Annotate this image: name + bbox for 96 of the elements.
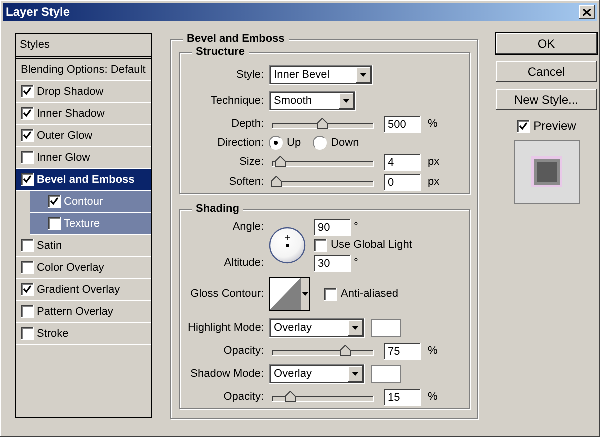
checkbox[interactable] <box>21 151 34 164</box>
value-field[interactable]: 4 <box>384 154 422 170</box>
slider[interactable] <box>270 345 374 357</box>
radio-label: Down <box>331 137 360 149</box>
caret-icon <box>360 73 368 77</box>
slider[interactable] <box>270 176 374 188</box>
dialog-button[interactable]: New Style... <box>496 89 597 110</box>
unit-label: ° <box>354 221 358 233</box>
dialog-button[interactable]: Cancel <box>496 61 597 82</box>
field-label: Soften: <box>228 176 264 188</box>
field-label: Opacity: <box>222 345 264 357</box>
close-icon <box>583 8 591 16</box>
checkbox-label: Use Global Light <box>331 239 412 251</box>
checkbox[interactable] <box>21 129 34 142</box>
slider[interactable] <box>270 118 374 130</box>
shadow-mode-dropdown[interactable]: Overlay <box>269 364 366 384</box>
checkbox[interactable] <box>21 327 34 340</box>
style-list-item[interactable]: Drop Shadow <box>16 81 152 103</box>
field-label: Opacity: <box>222 391 264 403</box>
checkbox[interactable] <box>21 107 34 120</box>
slider-thumb[interactable] <box>317 118 328 129</box>
unit-label: % <box>428 391 438 403</box>
value-field[interactable]: 15 <box>384 388 422 406</box>
unit-label: % <box>428 118 438 130</box>
contour-picker[interactable] <box>269 277 310 311</box>
slider-thumb[interactable] <box>271 176 282 187</box>
altitude-field[interactable]: 30 <box>314 254 352 272</box>
angle-dial[interactable] <box>269 226 306 264</box>
style-list-item[interactable]: Satin <box>16 235 152 257</box>
field-label: Direction: <box>216 137 264 149</box>
checkbox[interactable] <box>48 195 61 208</box>
close-button[interactable] <box>579 5 595 19</box>
field-label: Highlight Mode: <box>188 322 264 334</box>
slider[interactable] <box>270 156 374 168</box>
caret-icon <box>302 292 309 296</box>
technique-dropdown[interactable]: Smooth <box>269 91 356 111</box>
style-list-item[interactable]: Texture <box>30 213 152 235</box>
field-label: Altitude: <box>223 257 264 269</box>
group-title: Structure <box>192 46 249 58</box>
radio-button[interactable] <box>269 136 284 150</box>
slider-thumb[interactable] <box>274 156 286 167</box>
value-field[interactable]: 0 <box>384 174 422 190</box>
caret-icon <box>352 326 360 330</box>
preview-square-icon <box>530 156 562 188</box>
highlight-color-swatch[interactable] <box>371 319 402 337</box>
style-list-item[interactable]: Bevel and Emboss <box>16 169 152 191</box>
slider-thumb[interactable] <box>284 391 296 402</box>
checkbox[interactable] <box>21 305 34 318</box>
angle-field[interactable]: 90 <box>314 218 352 236</box>
style-dropdown[interactable]: Inner Bevel <box>269 65 374 85</box>
highlight-mode-dropdown[interactable]: Overlay <box>269 318 366 338</box>
unit-label: px <box>428 156 440 168</box>
style-list-item[interactable]: Gradient Overlay <box>16 279 152 301</box>
slider[interactable] <box>270 391 374 403</box>
style-list-item[interactable]: Pattern Overlay <box>16 301 152 323</box>
checkbox[interactable] <box>21 173 34 186</box>
dialog-button[interactable]: OK <box>496 33 597 54</box>
style-list-item[interactable]: Inner Shadow <box>16 103 152 125</box>
style-list-item[interactable]: Outer Glow <box>16 125 152 147</box>
field-label: Angle: <box>232 221 264 233</box>
checkbox[interactable] <box>21 261 34 274</box>
checkbox[interactable] <box>314 238 328 252</box>
checkbox-label: Preview <box>534 119 576 133</box>
style-list-item[interactable]: Blending Options: Default <box>16 59 152 81</box>
checkbox-label: Anti-aliased <box>341 288 399 300</box>
list-header: Styles <box>16 34 152 59</box>
value-field[interactable]: 500 <box>384 116 422 132</box>
caret-icon <box>352 372 360 376</box>
field-label: Size: <box>238 156 264 168</box>
radio-label: Up <box>287 137 302 149</box>
window-title: Layer Style <box>6 5 70 19</box>
field-label: Style: <box>236 69 264 81</box>
checkbox[interactable] <box>21 85 34 98</box>
group-title: Bevel and Emboss <box>183 33 289 45</box>
checkbox[interactable] <box>21 283 34 296</box>
unit-label: % <box>428 345 438 357</box>
shadow-color-swatch[interactable] <box>371 365 402 383</box>
group-title: Shading <box>192 203 244 215</box>
style-list-item[interactable]: Contour <box>30 191 152 213</box>
style-list-item[interactable]: Stroke <box>16 323 152 345</box>
unit-label: ° <box>354 257 358 269</box>
checkbox[interactable] <box>21 239 34 252</box>
field-label: Shadow Mode: <box>190 368 264 380</box>
field-label: Technique: <box>210 95 264 107</box>
unit-label: px <box>428 176 440 188</box>
caret-icon <box>343 99 350 103</box>
checkbox[interactable] <box>324 288 338 300</box>
contour-curve-icon <box>270 278 302 310</box>
field-label: Gloss Contour: <box>190 288 264 300</box>
style-list-item[interactable]: Color Overlay <box>16 257 152 279</box>
slider-thumb[interactable] <box>340 345 352 356</box>
field-label: Depth: <box>230 118 264 130</box>
checkbox[interactable] <box>516 120 530 132</box>
value-field[interactable]: 75 <box>384 342 422 360</box>
radio-button[interactable] <box>313 136 328 150</box>
checkbox[interactable] <box>48 217 61 230</box>
